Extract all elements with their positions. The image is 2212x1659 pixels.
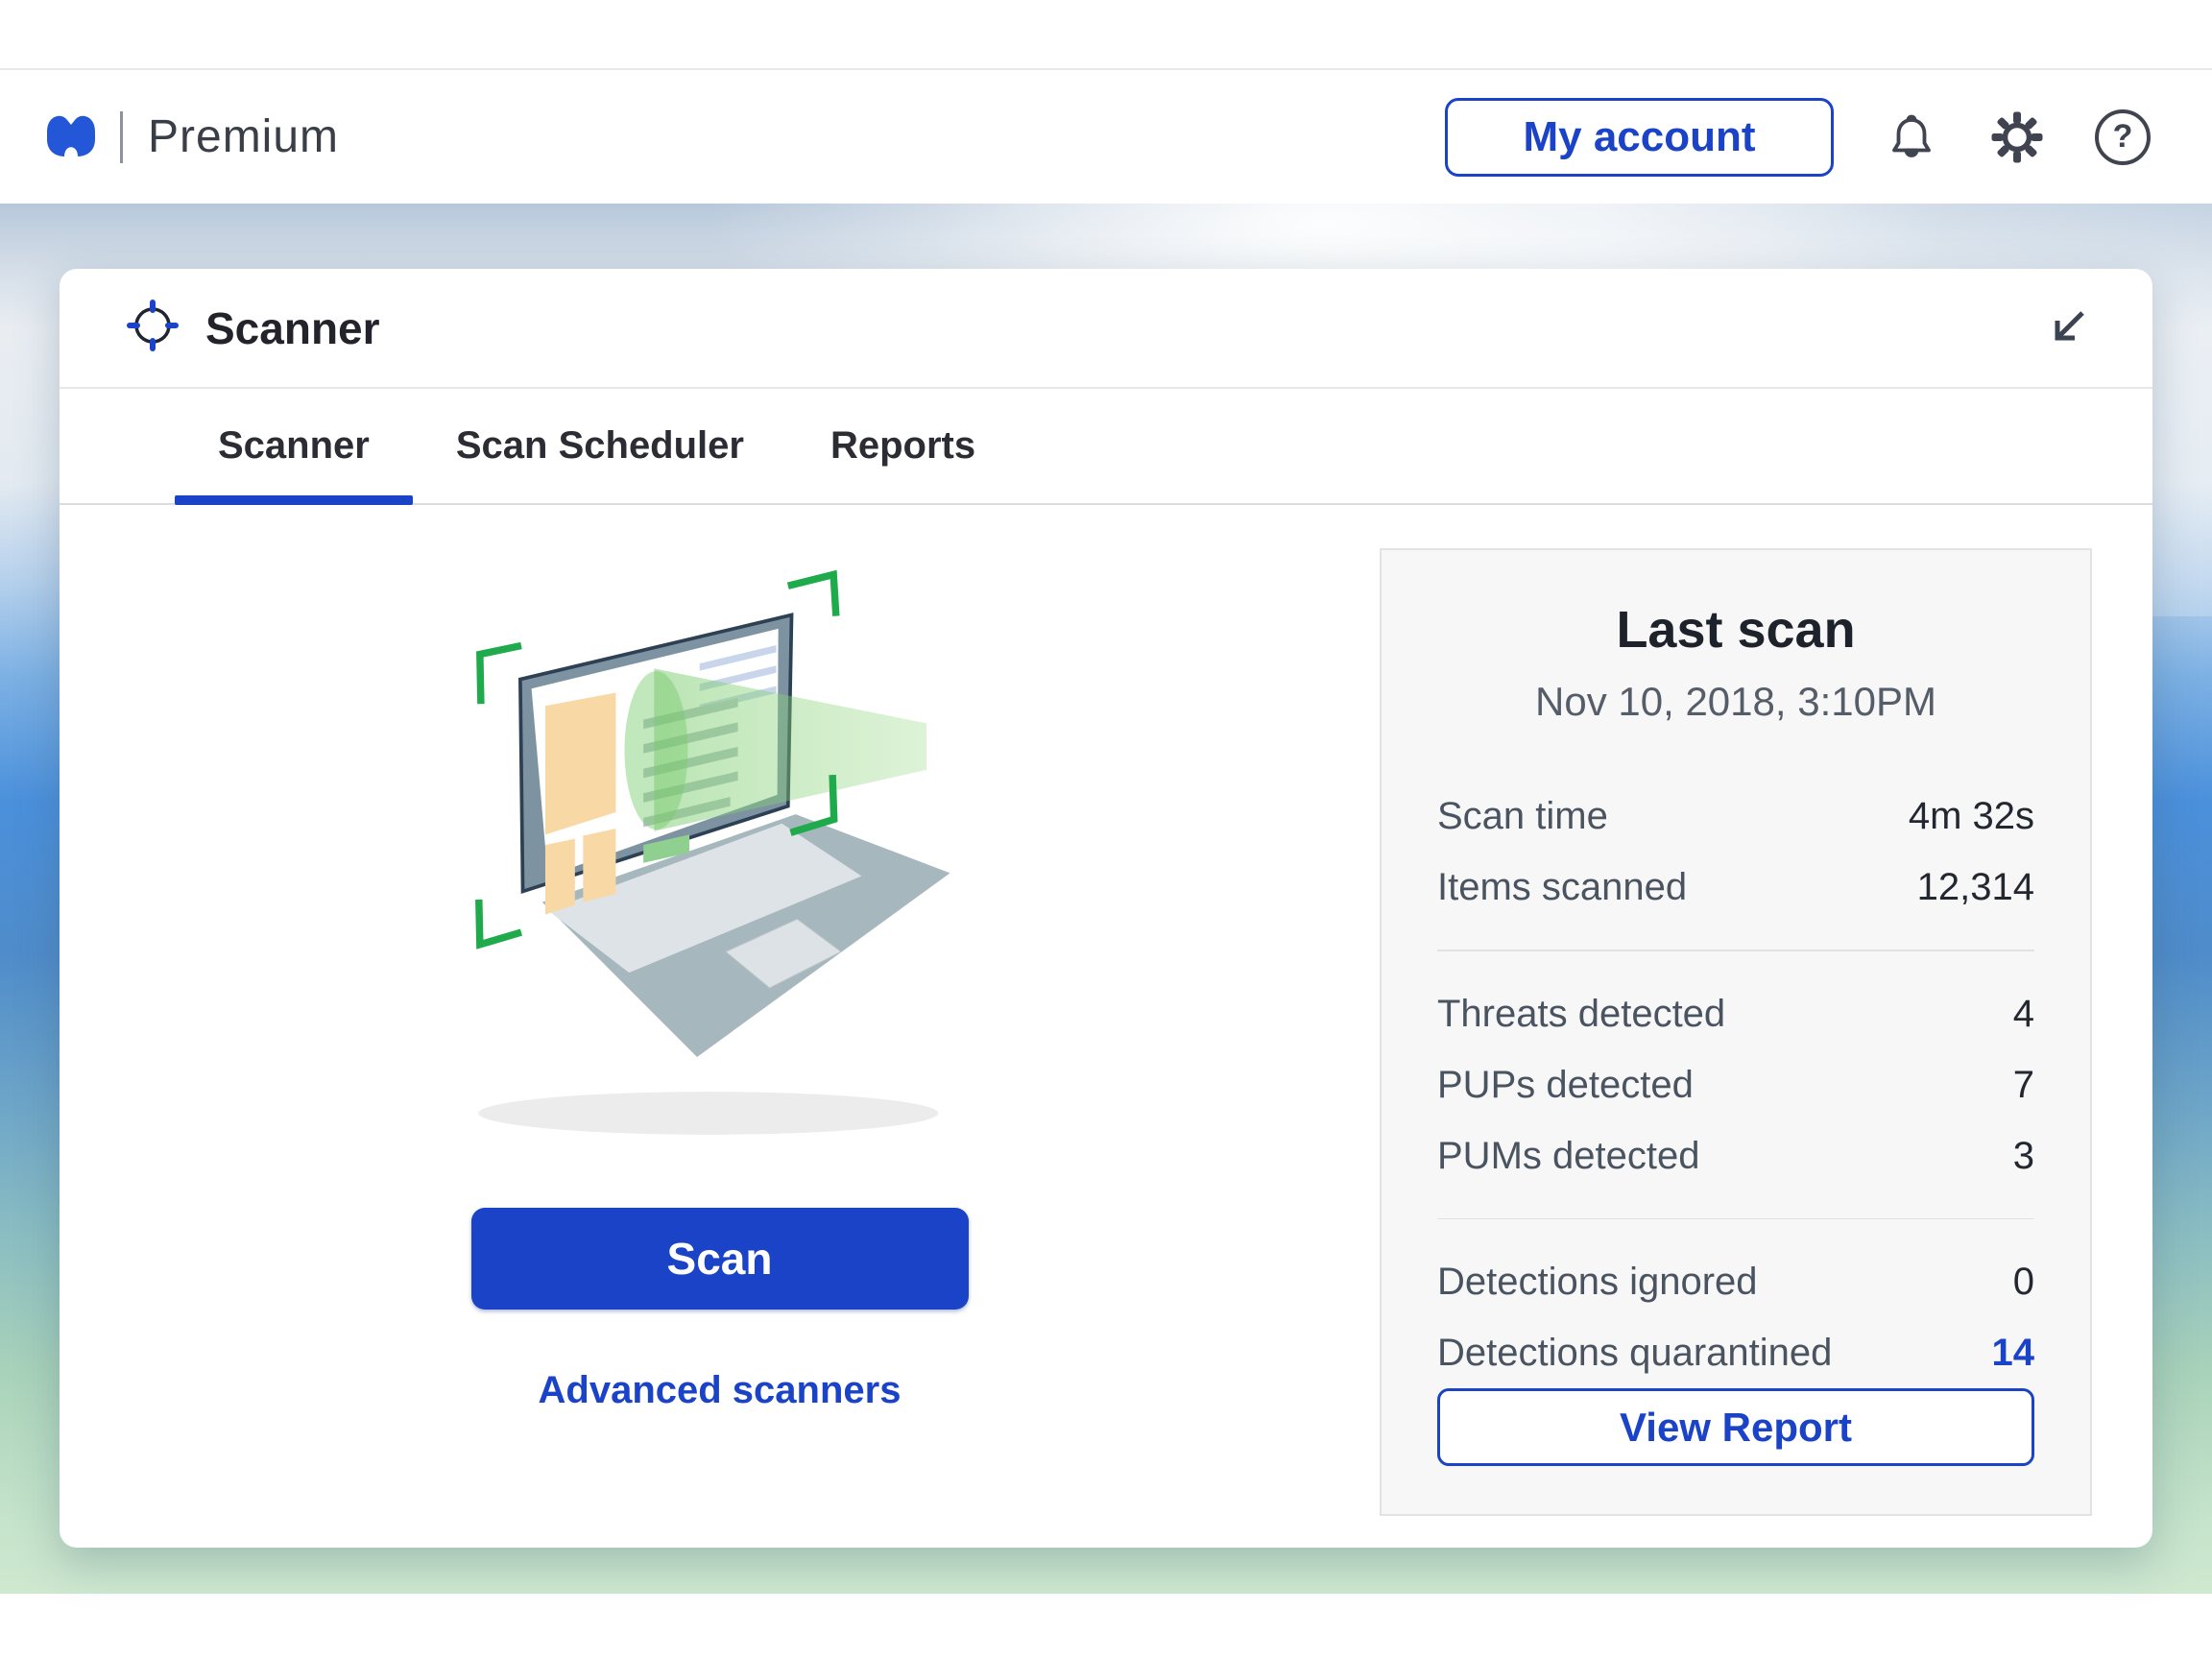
tab-bar: Scanner Scan Scheduler Reports xyxy=(60,389,2152,505)
stat-row-quarantined: Detections quarantined 14 xyxy=(1437,1317,2034,1388)
stat-row-scan-time: Scan time 4m 32s xyxy=(1437,781,2034,852)
scan-column: Scan Advanced scanners xyxy=(60,505,1380,1546)
last-scan-date: Nov 10, 2018, 3:10PM xyxy=(1437,679,2034,725)
stat-label: Detections quarantined xyxy=(1437,1317,1832,1388)
view-report-button[interactable]: View Report xyxy=(1437,1388,2034,1466)
page-title: Scanner xyxy=(205,302,380,354)
window-bottom-margin xyxy=(0,1594,2212,1659)
stat-row-pups: PUPs detected 7 xyxy=(1437,1049,2034,1120)
stat-value: 4m 32s xyxy=(1909,781,2034,852)
laptop-scan-illustration xyxy=(422,559,1018,1192)
advanced-scanners-link[interactable]: Advanced scanners xyxy=(539,1369,902,1412)
stat-value: 0 xyxy=(2013,1246,2034,1317)
stat-label: Detections ignored xyxy=(1437,1246,1758,1317)
malwarebytes-logo-icon xyxy=(45,110,97,163)
stat-label: Scan time xyxy=(1437,781,1608,852)
stat-label: PUPs detected xyxy=(1437,1049,1694,1120)
crosshair-icon xyxy=(125,298,180,358)
product-name: Premium xyxy=(148,110,339,163)
tab-reports[interactable]: Reports xyxy=(787,389,1019,503)
panel-divider xyxy=(1437,950,2034,951)
stat-row-threats: Threats detected 4 xyxy=(1437,978,2034,1049)
panel-divider xyxy=(1437,1218,2034,1220)
background-landscape: Scanner Scanner Scan Scheduler Reports xyxy=(0,204,2212,1594)
stat-value: 4 xyxy=(2013,978,2034,1049)
logo-divider xyxy=(120,111,123,163)
window-top-margin xyxy=(0,0,2212,70)
card-header: Scanner xyxy=(60,269,2152,389)
detections-group: Threats detected 4 PUPs detected 7 PUMs … xyxy=(1437,978,2034,1191)
tab-scan-scheduler[interactable]: Scan Scheduler xyxy=(413,389,787,503)
tab-scanner[interactable]: Scanner xyxy=(175,389,413,503)
stat-value: 3 xyxy=(2013,1120,2034,1191)
help-icon[interactable]: ? xyxy=(2095,109,2151,165)
bell-icon[interactable] xyxy=(1884,109,1939,165)
stat-value: 12,314 xyxy=(1917,852,2034,923)
stat-label: PUMs detected xyxy=(1437,1120,1699,1191)
scan-button[interactable]: Scan xyxy=(471,1208,969,1310)
gear-icon[interactable] xyxy=(1989,109,2045,165)
app-header: Premium My account xyxy=(0,70,2212,204)
scan-summary-group: Scan time 4m 32s Items scanned 12,314 xyxy=(1437,781,2034,923)
last-scan-title: Last scan xyxy=(1437,600,2034,660)
stat-label: Threats detected xyxy=(1437,978,1725,1049)
collapse-arrow-icon[interactable] xyxy=(2039,301,2095,356)
scanner-content: Scan Advanced scanners Last scan Nov 10,… xyxy=(60,505,2152,1546)
stat-row-pums: PUMs detected 3 xyxy=(1437,1120,2034,1191)
scanner-card: Scanner Scanner Scan Scheduler Reports xyxy=(60,269,2152,1548)
stat-row-ignored: Detections ignored 0 xyxy=(1437,1246,2034,1317)
brand: Premium xyxy=(45,110,339,163)
stat-value-quarantined: 14 xyxy=(1992,1317,2035,1388)
stat-label: Items scanned xyxy=(1437,852,1687,923)
stat-value: 7 xyxy=(2013,1049,2034,1120)
my-account-button[interactable]: My account xyxy=(1445,98,1834,177)
app-window: Premium My account xyxy=(0,0,2212,1659)
stat-row-items-scanned: Items scanned 12,314 xyxy=(1437,852,2034,923)
last-scan-panel: Last scan Nov 10, 2018, 3:10PM Scan time… xyxy=(1380,548,2092,1516)
header-actions: My account xyxy=(1445,98,2151,177)
resolution-group: Detections ignored 0 Detections quaranti… xyxy=(1437,1246,2034,1388)
